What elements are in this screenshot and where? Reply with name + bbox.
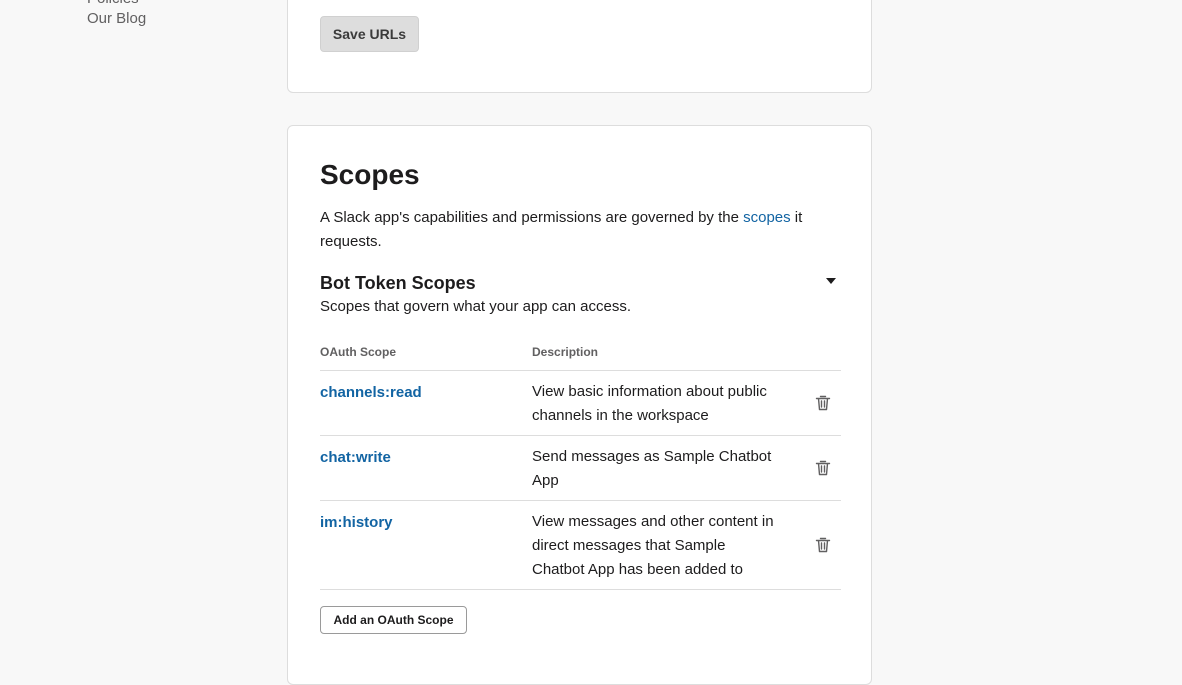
sidebar-item-our-blog[interactable]: Our Blog — [87, 9, 146, 29]
scope-description: View basic information about public chan… — [532, 383, 767, 424]
add-oauth-scope-button[interactable]: Add an OAuth Scope — [320, 606, 467, 634]
scopes-intro-text: A Slack app's capabilities and permissio… — [320, 209, 744, 226]
bot-token-scopes-title: Bot Token Scopes — [320, 273, 476, 293]
bot-token-scopes-subtitle: Scopes that govern what your app can acc… — [320, 298, 632, 315]
scope-description: View messages and other content in direc… — [532, 513, 774, 578]
column-header-oauth-scope: OAuth Scope — [320, 345, 397, 359]
scopes-intro: A Slack app's capabilities and permissio… — [320, 206, 840, 254]
scopes-docs-link[interactable]: scopes — [743, 209, 791, 226]
collapse-caret-icon[interactable] — [826, 278, 836, 284]
redirect-urls-card: Save URLs — [287, 0, 872, 93]
table-row: channels:read View basic information abo… — [320, 370, 841, 435]
table-divider — [320, 589, 841, 590]
table-row: im:history View messages and other conte… — [320, 500, 841, 589]
trash-icon[interactable] — [814, 536, 832, 554]
column-header-description: Description — [532, 345, 599, 359]
save-urls-button[interactable]: Save URLs — [320, 16, 419, 52]
sidebar-item-policies[interactable]: Policies — [87, 0, 139, 9]
scope-name[interactable]: channels:read — [320, 383, 422, 403]
scopes-card: Scopes A Slack app's capabilities and pe… — [287, 125, 872, 685]
scope-name[interactable]: chat:write — [320, 448, 391, 468]
trash-icon[interactable] — [814, 394, 832, 412]
scope-description: Send messages as Sample Chatbot App — [532, 448, 772, 489]
table-row: chat:write Send messages as Sample Chatb… — [320, 435, 841, 500]
trash-icon[interactable] — [814, 459, 832, 477]
scopes-title: Scopes — [320, 159, 420, 190]
scope-name[interactable]: im:history — [320, 513, 393, 533]
